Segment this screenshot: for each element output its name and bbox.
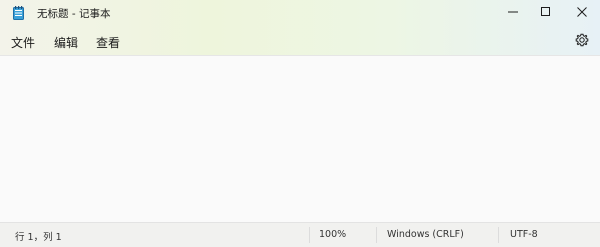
- gear-icon: [574, 33, 590, 52]
- title-bar: 无标题 - 记事本: [0, 0, 600, 26]
- status-divider: [309, 227, 310, 243]
- minimize-button[interactable]: [496, 0, 529, 24]
- status-bar: 行 1，列 1 100% Windows (CRLF) UTF-8: [0, 222, 600, 247]
- settings-button[interactable]: [574, 32, 590, 48]
- menu-file[interactable]: 文件: [11, 34, 35, 51]
- text-editor[interactable]: [0, 55, 600, 222]
- encoding: UTF-8: [510, 229, 538, 240]
- notepad-window: 无标题 - 记事本 文件 编辑 查看 行 1，列 1 100% Windows …: [0, 0, 600, 247]
- minimize-icon: [507, 7, 518, 17]
- close-icon: [576, 7, 587, 17]
- menu-bar: 文件 编辑 查看: [0, 27, 600, 54]
- line-ending: Windows (CRLF): [387, 229, 464, 240]
- maximize-button[interactable]: [529, 0, 562, 24]
- close-button[interactable]: [565, 0, 598, 24]
- zoom-level: 100%: [319, 229, 347, 240]
- menu-view[interactable]: 查看: [96, 34, 120, 51]
- status-divider: [498, 227, 499, 243]
- notepad-icon: [13, 5, 24, 20]
- maximize-icon: [540, 7, 551, 17]
- cursor-position: 行 1，列 1: [15, 232, 62, 243]
- window-title: 无标题 - 记事本: [37, 8, 111, 20]
- status-divider: [376, 227, 377, 243]
- menu-edit[interactable]: 编辑: [54, 34, 78, 51]
